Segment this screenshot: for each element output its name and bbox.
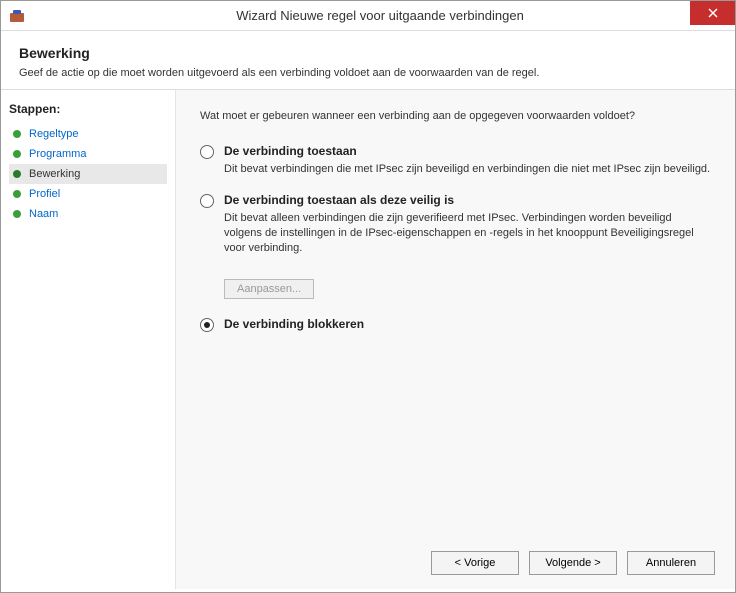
footer-buttons: < Vorige Volgende > Annuleren	[431, 551, 715, 575]
wizard-window: Wizard Nieuwe regel voor uitgaande verbi…	[0, 0, 736, 593]
step-label: Naam	[29, 208, 58, 220]
option-body: De verbinding toestaan als deze veilig i…	[224, 193, 711, 256]
option-title: De verbinding toestaan als deze veilig i…	[224, 193, 711, 207]
customize-button: Aanpassen...	[224, 279, 314, 299]
next-button[interactable]: Volgende >	[529, 551, 617, 575]
option-allow[interactable]: De verbinding toestaan Dit bevat verbind…	[200, 144, 711, 177]
option-body: De verbinding blokkeren	[224, 317, 711, 335]
body: Stappen: Regeltype Programma Bewerking P…	[1, 90, 735, 589]
step-label: Regeltype	[29, 128, 79, 140]
page-description: Geef de actie op die moet worden uitgevo…	[19, 67, 717, 79]
step-programma[interactable]: Programma	[9, 144, 167, 164]
step-profiel[interactable]: Profiel	[9, 184, 167, 204]
bullet-icon	[13, 210, 21, 218]
option-allow-secure[interactable]: De verbinding toestaan als deze veilig i…	[200, 193, 711, 256]
step-naam[interactable]: Naam	[9, 204, 167, 224]
option-description: Dit bevat alleen verbindingen die zijn g…	[224, 211, 711, 256]
bullet-icon	[13, 190, 21, 198]
titlebar: Wizard Nieuwe regel voor uitgaande verbi…	[1, 1, 735, 31]
step-label: Profiel	[29, 188, 60, 200]
option-body: De verbinding toestaan Dit bevat verbind…	[224, 144, 711, 177]
close-button[interactable]	[690, 1, 735, 25]
radio-allow[interactable]	[200, 145, 214, 159]
cancel-button[interactable]: Annuleren	[627, 551, 715, 575]
app-icon	[9, 8, 25, 24]
radio-block[interactable]	[200, 318, 214, 332]
steps-heading: Stappen:	[9, 102, 167, 116]
radio-allow-secure[interactable]	[200, 194, 214, 208]
bullet-icon	[13, 130, 21, 138]
step-regeltype[interactable]: Regeltype	[9, 124, 167, 144]
bullet-icon	[13, 150, 21, 158]
header-section: Bewerking Geef de actie op die moet word…	[1, 31, 735, 90]
close-icon	[708, 8, 718, 18]
window-title: Wizard Nieuwe regel voor uitgaande verbi…	[25, 8, 735, 23]
page-title: Bewerking	[19, 45, 717, 61]
back-button[interactable]: < Vorige	[431, 551, 519, 575]
step-label: Programma	[29, 148, 86, 160]
option-block[interactable]: De verbinding blokkeren	[200, 317, 711, 335]
option-description: Dit bevat verbindingen die met IPsec zij…	[224, 162, 711, 177]
steps-sidebar: Stappen: Regeltype Programma Bewerking P…	[1, 90, 176, 589]
question-text: Wat moet er gebeuren wanneer een verbind…	[200, 110, 711, 122]
option-title: De verbinding toestaan	[224, 144, 711, 158]
content-pane: Wat moet er gebeuren wanneer een verbind…	[176, 90, 735, 589]
option-title: De verbinding blokkeren	[224, 317, 711, 331]
bullet-icon	[13, 170, 21, 178]
step-bewerking[interactable]: Bewerking	[9, 164, 167, 184]
step-label: Bewerking	[29, 168, 80, 180]
